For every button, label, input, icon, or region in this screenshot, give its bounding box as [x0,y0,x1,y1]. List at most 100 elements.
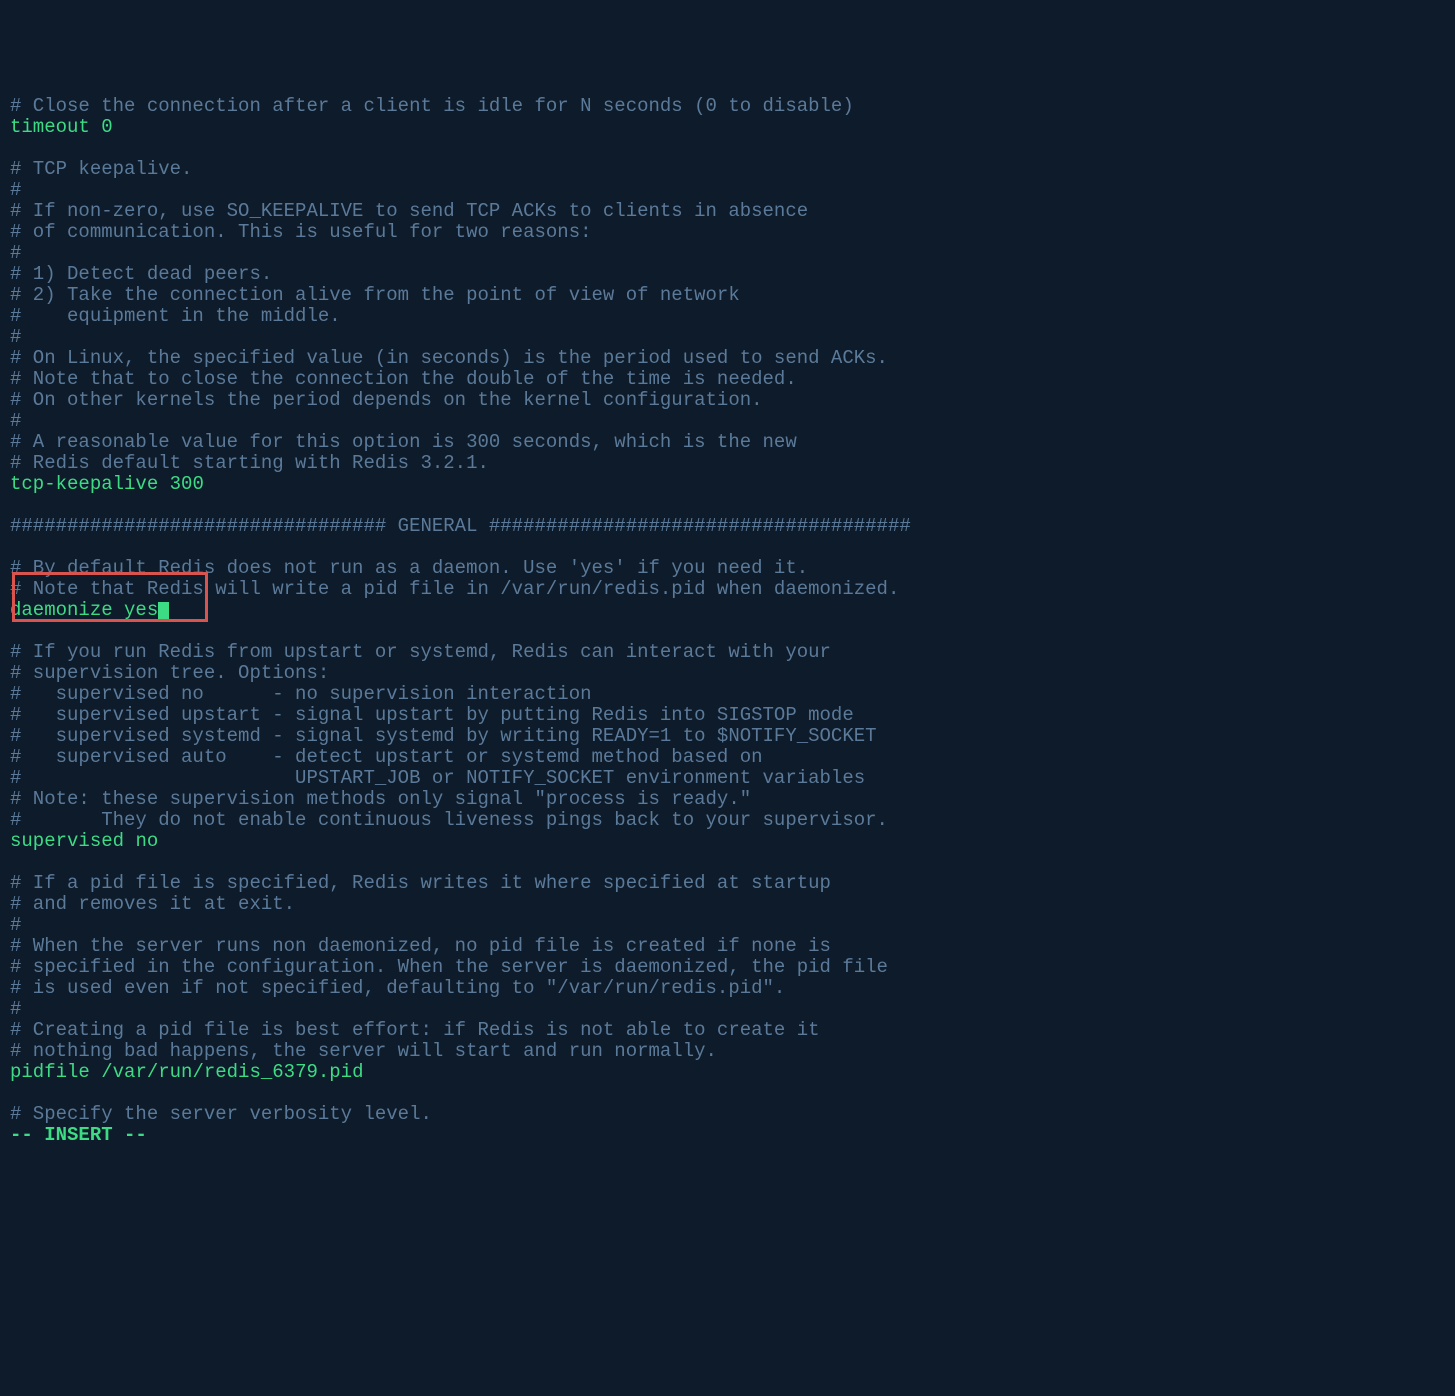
editor-line: supervised no [10,831,1445,852]
comment-text: # [10,242,21,264]
comment-text: # By default Redis does not run as a dae… [10,557,808,579]
editor-line [10,1083,1445,1104]
editor-content[interactable]: # Close the connection after a client is… [10,96,1445,1146]
config-value: no [135,830,158,852]
editor-line: # On Linux, the specified value (in seco… [10,348,1445,369]
comment-text: # Note that to close the connection the … [10,368,797,390]
status-line: -- INSERT -- [10,1125,1445,1146]
editor-line [10,138,1445,159]
comment-text: # supervised upstart - signal upstart by… [10,704,854,726]
config-value: yes [124,599,158,621]
editor-line: daemonize yes [10,600,1445,621]
editor-line: # [10,999,1445,1020]
comment-text: # Redis default starting with Redis 3.2.… [10,452,489,474]
comment-text: # [10,410,21,432]
editor-line: # supervision tree. Options: [10,663,1445,684]
editor-line: # [10,915,1445,936]
editor-line: # nothing bad happens, the server will s… [10,1041,1445,1062]
editor-line: # Note: these supervision methods only s… [10,789,1445,810]
editor-line: # Close the connection after a client is… [10,96,1445,117]
editor-line: # When the server runs non daemonized, n… [10,936,1445,957]
comment-text: # Creating a pid file is best effort: if… [10,1019,820,1041]
comment-text: # [10,998,21,1020]
editor-line: # TCP keepalive. [10,159,1445,180]
editor-line: # supervised systemd - signal systemd by… [10,726,1445,747]
editor-line: # Specify the server verbosity level. [10,1104,1445,1125]
editor-line: # [10,180,1445,201]
comment-text: # is used even if not specified, default… [10,977,785,999]
editor-line: # 1) Detect dead peers. [10,264,1445,285]
config-value: 300 [170,473,204,495]
editor-line: # supervised auto - detect upstart or sy… [10,747,1445,768]
comment-text: # Note: these supervision methods only s… [10,788,751,810]
comment-text: # supervised auto - detect upstart or sy… [10,746,763,768]
config-keyword: daemonize [10,599,113,621]
editor-line: # 2) Take the connection alive from the … [10,285,1445,306]
comment-text: # supervised systemd - signal systemd by… [10,725,877,747]
comment-text: # nothing bad happens, the server will s… [10,1040,717,1062]
comment-text: ################################# GENERA… [10,515,911,537]
editor-line: timeout 0 [10,117,1445,138]
editor-line: # By default Redis does not run as a dae… [10,558,1445,579]
comment-text: # supervised no - no supervision interac… [10,683,592,705]
comment-text: # specified in the configuration. When t… [10,956,888,978]
editor-line: # supervised upstart - signal upstart by… [10,705,1445,726]
editor-line: # [10,243,1445,264]
config-keyword: timeout [10,116,90,138]
comment-text: # [10,179,21,201]
comment-text: # If non-zero, use SO_KEEPALIVE to send … [10,200,808,222]
config-value: /var/run/redis_6379.pid [101,1061,363,1083]
comment-text: # If you run Redis from upstart or syste… [10,641,831,663]
editor-line: # If non-zero, use SO_KEEPALIVE to send … [10,201,1445,222]
comment-text: # They do not enable continuous liveness… [10,809,888,831]
editor-line: # equipment in the middle. [10,306,1445,327]
comment-text: # Close the connection after a client is… [10,95,854,117]
editor-line [10,495,1445,516]
editor-line: # [10,411,1445,432]
editor-line: # UPSTART_JOB or NOTIFY_SOCKET environme… [10,768,1445,789]
editor-line: # Creating a pid file is best effort: if… [10,1020,1445,1041]
editor-mode-indicator: -- INSERT -- [10,1124,147,1146]
editor-line: # [10,327,1445,348]
editor-line [10,852,1445,873]
editor-line: # supervised no - no supervision interac… [10,684,1445,705]
comment-text: # TCP keepalive. [10,158,192,180]
config-keyword: tcp-keepalive [10,473,158,495]
editor-line: # Note that Redis will write a pid file … [10,579,1445,600]
editor-line [10,621,1445,642]
editor-line: ################################# GENERA… [10,516,1445,537]
comment-text: # 1) Detect dead peers. [10,263,272,285]
editor-line: # Note that to close the connection the … [10,369,1445,390]
comment-text: # 2) Take the connection alive from the … [10,284,740,306]
comment-text: # If a pid file is specified, Redis writ… [10,872,831,894]
editor-line: # If a pid file is specified, Redis writ… [10,873,1445,894]
editor-line: # On other kernels the period depends on… [10,390,1445,411]
comment-text: # supervision tree. Options: [10,662,329,684]
editor-line: tcp-keepalive 300 [10,474,1445,495]
comment-text: # A reasonable value for this option is … [10,431,797,453]
editor-line: # and removes it at exit. [10,894,1445,915]
editor-line: # They do not enable continuous liveness… [10,810,1445,831]
comment-text: # UPSTART_JOB or NOTIFY_SOCKET environme… [10,767,865,789]
editor-line: # specified in the configuration. When t… [10,957,1445,978]
comment-text: # [10,326,21,348]
comment-text: # [10,914,21,936]
comment-text: # Specify the server verbosity level. [10,1103,432,1125]
comment-text: # On other kernels the period depends on… [10,389,763,411]
comment-text: # of communication. This is useful for t… [10,221,592,243]
config-value: 0 [101,116,112,138]
editor-line: # A reasonable value for this option is … [10,432,1445,453]
text-cursor [158,602,169,621]
editor-line: # is used even if not specified, default… [10,978,1445,999]
editor-line: # Redis default starting with Redis 3.2.… [10,453,1445,474]
comment-text: # Note that Redis will write a pid file … [10,578,899,600]
comment-text: # equipment in the middle. [10,305,341,327]
editor-line: # If you run Redis from upstart or syste… [10,642,1445,663]
comment-text: # When the server runs non daemonized, n… [10,935,831,957]
comment-text: # On Linux, the specified value (in seco… [10,347,888,369]
editor-line: # of communication. This is useful for t… [10,222,1445,243]
config-keyword: supervised [10,830,124,852]
comment-text: # and removes it at exit. [10,893,295,915]
editor-line [10,537,1445,558]
config-keyword: pidfile [10,1061,90,1083]
